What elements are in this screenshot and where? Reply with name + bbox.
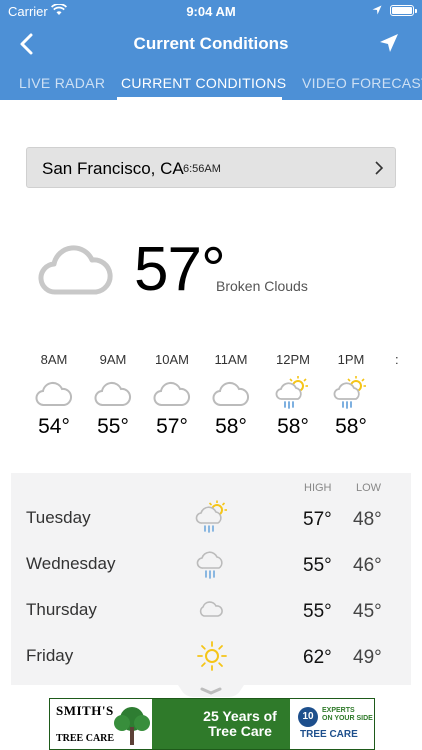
status-time: 9:04 AM: [186, 4, 236, 19]
hourly-temp: 55°: [97, 415, 129, 438]
chevron-down-icon[interactable]: [176, 685, 246, 699]
ad-experts-line2: ON YOUR SIDE: [322, 715, 373, 722]
sun-icon: [197, 641, 227, 671]
daily-row: Tuesday 57° 48°: [11, 496, 411, 542]
ad-experts-panel: 10 EXPERTS ON YOUR SIDE TREE CARE: [290, 699, 374, 749]
tab-video-forecast[interactable]: VIDEO FORECAST: [302, 75, 422, 91]
current-temperature: 57°: [134, 235, 226, 304]
hourly-time: 8AM: [40, 352, 68, 367]
ad-experts-line1: EXPERTS: [322, 707, 355, 714]
hourly-more-indicator: :: [395, 352, 399, 367]
ad-right-title: TREE CARE: [300, 729, 358, 740]
hourly-time: 1PM: [337, 352, 365, 367]
hourly-time: 11AM: [214, 352, 248, 367]
cloud-icon: [153, 381, 191, 406]
ad-brand-panel: SMITH'S TREE CARE: [50, 699, 152, 749]
day-high: 55°: [303, 601, 332, 622]
tab-live-radar[interactable]: LIVE RADAR: [19, 75, 105, 91]
tab-current-conditions[interactable]: CURRENT CONDITIONS: [121, 75, 286, 91]
day-low: 49°: [353, 647, 382, 668]
sun-rain-icon: [333, 376, 366, 409]
daily-forecast: HIGH LOW Tuesday 57° 48° Wednesday 55° 4…: [11, 473, 411, 685]
low-header: LOW: [356, 482, 382, 494]
hourly-item: 12PM 58°: [264, 352, 322, 439]
day-low: 45°: [353, 601, 382, 622]
day-high: 55°: [303, 555, 332, 576]
hourly-time: 12PM: [276, 352, 310, 367]
current-description: Broken Clouds: [216, 278, 308, 294]
daily-row: Wednesday 55° 46°: [11, 542, 411, 588]
day-high: 62°: [303, 647, 332, 668]
day-name: Wednesday: [26, 554, 116, 573]
location-selector[interactable]: San Francisco, CA 6:56AM: [26, 147, 396, 188]
location-arrow-icon[interactable]: [378, 32, 400, 54]
hourly-item: 10AM 57°: [143, 352, 201, 439]
hourly-temp: 58°: [335, 415, 367, 438]
battery-icon: [390, 5, 417, 16]
tree-icon: [114, 707, 150, 745]
app-header: Carrier 9:04 AM Current Conditions LIVE …: [0, 0, 422, 100]
cloud-icon: [35, 381, 73, 406]
daily-row: Friday 62° 49°: [11, 634, 411, 680]
hourly-temp: 57°: [156, 415, 188, 438]
hourly-temp: 54°: [38, 415, 70, 438]
hourly-time: 9AM: [99, 352, 127, 367]
hourly-time: 10AM: [155, 352, 189, 367]
navigation-bar: Current Conditions: [0, 26, 422, 62]
ad-headline-line1: 25 Years of: [203, 708, 277, 724]
location-city: San Francisco, CA: [42, 159, 184, 178]
chevron-right-icon: [375, 161, 384, 175]
ad-brand-sub: TREE CARE: [56, 733, 115, 744]
hourly-item: 9AM 55°: [84, 352, 142, 439]
active-tab-indicator: [117, 97, 282, 100]
ad-experts-text: EXPERTS ON YOUR SIDE: [322, 707, 373, 723]
cloud-icon: [199, 601, 223, 617]
page-title: Current Conditions: [133, 34, 289, 53]
day-low: 46°: [353, 555, 382, 576]
hourly-item: 11AM 58°: [202, 352, 260, 439]
status-bar: Carrier 9:04 AM: [0, 0, 422, 22]
hourly-temp: 58°: [277, 415, 309, 438]
ad-brand-name: SMITH'S: [56, 703, 114, 718]
hourly-temp: 58°: [215, 415, 247, 438]
cloud-icon: [212, 381, 250, 406]
day-high: 57°: [303, 509, 332, 530]
sun-rain-icon: [275, 376, 308, 409]
hourly-item: 1PM 58°: [322, 352, 380, 439]
cloud-icon: [94, 381, 132, 406]
day-name: Friday: [26, 646, 74, 665]
tab-bar: LIVE RADAR CURRENT CONDITIONS VIDEO FORE…: [0, 68, 422, 100]
location-services-icon: [372, 5, 382, 15]
ad-headline: 25 Years of Tree Care: [180, 709, 300, 739]
daily-row: Thursday 55° 45°: [11, 588, 411, 634]
ad-headline-line2: Tree Care: [208, 723, 272, 739]
ad-banner[interactable]: SMITH'S TREE CARE 25 Years of Tree Care …: [49, 698, 375, 750]
day-name: Tuesday: [26, 508, 91, 527]
hourly-item: 8AM 54°: [25, 352, 83, 439]
rain-icon: [196, 551, 223, 579]
day-name: Thursday: [26, 600, 97, 619]
sun-rain-icon: [195, 500, 227, 533]
high-header: HIGH: [304, 482, 332, 494]
cloud-icon: [38, 245, 113, 295]
day-low: 48°: [353, 509, 382, 530]
location-time: 6:56AM: [183, 163, 221, 175]
ad-badge: 10: [298, 707, 318, 727]
